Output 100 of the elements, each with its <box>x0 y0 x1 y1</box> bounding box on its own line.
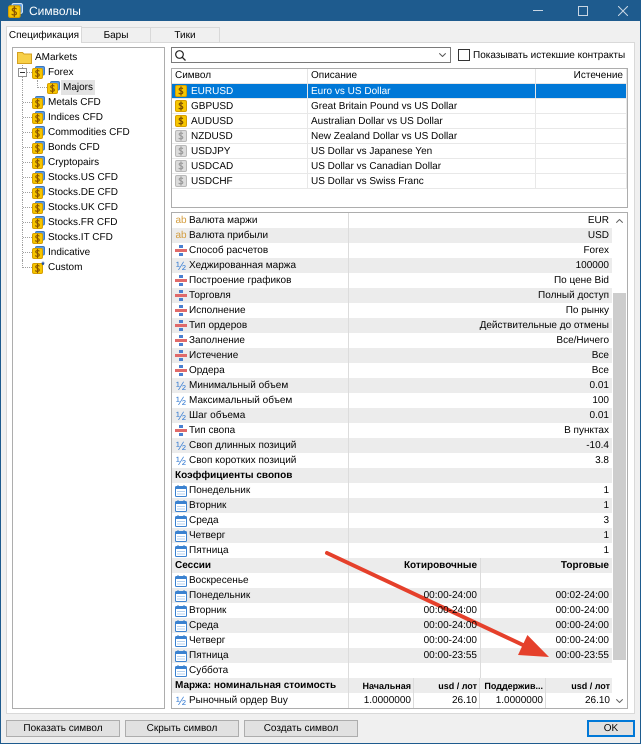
tree-item[interactable]: Commodities CFD <box>46 125 132 140</box>
property-name: Построение графиков <box>189 275 292 286</box>
scroll-up-icon[interactable] <box>616 218 623 222</box>
margin-value: 26.10 <box>452 695 477 706</box>
close-icon <box>618 6 628 16</box>
swap-value: 1 <box>603 500 609 511</box>
quote-session: 00:00-24:00 <box>424 635 477 646</box>
checkbox[interactable] <box>458 49 470 61</box>
collapse-icon[interactable] <box>18 68 27 77</box>
symbol-name: NZDUSD <box>191 130 233 142</box>
column-header: usd / лот <box>571 680 610 690</box>
tree-item[interactable]: Stocks.FR CFD <box>46 215 120 230</box>
symbol-name: EURUSD <box>191 86 234 96</box>
property-value: Полный доступ <box>538 290 609 301</box>
tree-item[interactable]: Metals CFD <box>46 95 103 110</box>
scroll-down-icon[interactable] <box>616 698 623 702</box>
property-name: Торговля <box>189 290 231 301</box>
symbol-description: US Dollar vs Canadian Dollar <box>311 160 442 172</box>
search-icon <box>175 50 186 60</box>
day-name: Понедельник <box>189 485 250 496</box>
margin-value: 1.0000000 <box>496 695 543 706</box>
tree-item[interactable]: Stocks.IT CFD <box>46 230 115 245</box>
search-field[interactable] <box>171 47 451 63</box>
tab[interactable]: Спецификация <box>6 26 82 43</box>
calendar-icon <box>175 544 187 556</box>
tree-item[interactable]: Majors <box>61 80 96 95</box>
quote-session: 00:00-24:00 <box>424 590 477 601</box>
tree-item[interactable]: Stocks.DE CFD <box>46 185 120 200</box>
symbol-row[interactable]: USDJPY US Dollar vs Japanese Yen <box>172 144 627 159</box>
property-value: 0.01 <box>590 380 609 391</box>
action-button[interactable]: Показать символ <box>6 720 120 737</box>
tree-item[interactable]: Bonds CFD <box>46 140 102 155</box>
action-button[interactable]: Скрыть символ <box>125 720 239 737</box>
swap-value: 1 <box>603 545 609 556</box>
ok-button[interactable]: OK <box>587 720 635 737</box>
tab[interactable]: Бары <box>81 27 151 42</box>
symbol-description: Great Britain Pound vs US Dollar <box>311 100 458 112</box>
calendar-icon <box>175 664 187 676</box>
scrollbar-thumb[interactable] <box>613 293 626 660</box>
trade-session: 00:00-24:00 <box>556 635 609 646</box>
symbol-description: US Dollar vs Japanese Yen <box>311 146 432 156</box>
property-value: Все/Ничего <box>556 335 609 346</box>
calendar-icon <box>175 634 187 646</box>
day-name: Понедельник <box>189 590 250 601</box>
symbol-row[interactable]: USDCAD US Dollar vs Canadian Dollar <box>172 159 627 174</box>
symbol-row[interactable]: EURUSD Euro vs US Dollar <box>172 84 627 99</box>
maximize-icon <box>578 6 588 16</box>
coin-stack-icon <box>32 201 45 214</box>
tree-item[interactable]: Custom <box>46 260 84 275</box>
symbol-row[interactable]: AUDUSD Australian Dollar vs US Dollar <box>172 114 627 129</box>
swap-value: 1 <box>603 530 609 541</box>
coin-stack-icon <box>32 141 45 154</box>
property-name: Валюта маржи <box>189 215 258 226</box>
day-name: Среда <box>189 620 219 631</box>
tree-item[interactable]: Stocks.UK CFD <box>46 200 120 215</box>
tree-item[interactable]: AMarkets <box>33 50 80 65</box>
tree-item[interactable]: Indices CFD <box>46 110 106 125</box>
section-header: Маржа: номинальная стоимость <box>175 680 336 691</box>
bars-icon <box>175 320 187 331</box>
action-button[interactable]: Создать символ <box>244 720 358 737</box>
property-value: Forex <box>583 245 609 256</box>
text-type-icon: ab <box>175 214 187 226</box>
property-name: Рыночный ордер Buy <box>189 695 288 706</box>
property-value: В пунктах <box>564 425 609 436</box>
symbol-row[interactable]: GBPUSD Great Britain Pound vs US Dollar <box>172 99 627 114</box>
property-name: Способ расчетов <box>189 245 268 256</box>
day-name: Вторник <box>189 500 226 511</box>
tree-item[interactable]: Stocks.US CFD <box>46 170 120 185</box>
bars-icon <box>175 335 187 346</box>
property-value: 0.01 <box>590 410 609 421</box>
symbol-row[interactable]: NZDUSD New Zealand Dollar vs US Dollar <box>172 129 627 144</box>
tab[interactable]: Тики <box>150 27 220 42</box>
coin-stack-icon <box>32 246 45 259</box>
fraction-icon: ½ <box>175 380 187 392</box>
swap-value: 1 <box>603 485 609 496</box>
property-value: По цене Bid <box>554 275 609 286</box>
day-name: Четверг <box>189 635 226 646</box>
property-name: Ордера <box>189 365 225 376</box>
symbol-name: USDCAD <box>191 160 234 172</box>
bars-icon <box>175 350 187 361</box>
property-value: 100000 <box>576 260 609 271</box>
coin-stack-icon <box>32 126 45 139</box>
symbol-name: AUDUSD <box>191 116 234 126</box>
tree-item[interactable]: Forex <box>46 65 76 80</box>
quote-session: 00:00-24:00 <box>424 620 477 631</box>
property-name: Тип ордеров <box>189 320 248 331</box>
coin-stack-icon <box>47 81 60 94</box>
tree-item[interactable]: Indicative <box>46 245 92 260</box>
folder-icon <box>17 51 32 64</box>
tree-item[interactable]: Cryptopairs <box>46 155 102 170</box>
property-value: USD <box>588 230 609 241</box>
symbol-row[interactable]: USDCHF US Dollar vs Swiss Franc <box>172 174 627 189</box>
property-name: Исполнение <box>189 305 246 316</box>
quote-session: 00:00-23:55 <box>424 650 477 661</box>
calendar-icon <box>175 590 187 602</box>
symbol-name: USDJPY <box>191 146 230 156</box>
column-header: Поддержив... <box>484 680 543 690</box>
property-name: Своп коротких позиций <box>189 455 296 466</box>
checkbox-label: Показывать истекшие контракты <box>473 50 626 60</box>
property-value: 3.8 <box>595 455 609 466</box>
